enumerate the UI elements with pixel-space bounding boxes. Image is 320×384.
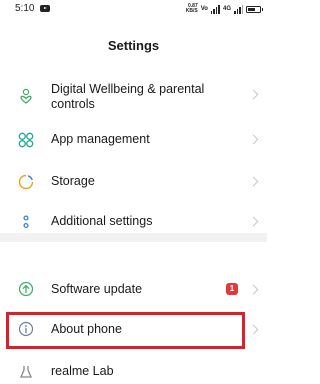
signal-icon (210, 4, 220, 14)
settings-item-label: Additional settings (51, 214, 153, 228)
chevron-right-icon (248, 89, 259, 100)
heart-person-icon (20, 88, 32, 104)
chevron-right-icon (248, 284, 259, 295)
chevron-right-icon (248, 134, 259, 145)
pie-chart-icon (18, 174, 34, 190)
settings-item-app-management[interactable]: App management (0, 128, 267, 152)
settings-item-label: Storage (51, 174, 95, 188)
settings-item-label: Software update (51, 282, 143, 296)
signal-icon-2 (234, 4, 243, 14)
network-speed: 0.87 KB/S (186, 4, 198, 14)
chevron-right-icon (248, 324, 259, 335)
dots-icon (23, 215, 29, 229)
network-speed-unit: KB/S (185, 8, 198, 14)
settings-item-label: Digital Wellbeing & parental controls (51, 82, 205, 111)
grid-icon (18, 132, 34, 148)
settings-item-software-update[interactable]: Software update 1 (0, 278, 267, 302)
settings-item-realme-lab[interactable]: realme Lab (0, 360, 267, 384)
highlight-annotation (6, 312, 245, 349)
status-bar: 5:10 0.87 KB/S Vo 4G (0, 0, 267, 20)
status-indicators: 0.87 KB/S Vo 4G (186, 3, 263, 15)
update-count-badge: 1 (226, 283, 238, 295)
settings-item-label: App management (51, 132, 150, 146)
section-divider (0, 233, 267, 242)
chevron-right-icon (248, 216, 259, 227)
settings-item-storage[interactable]: Storage (0, 170, 267, 194)
youtube-notification-icon (40, 5, 50, 12)
upload-arrow-icon (18, 281, 34, 297)
status-time: 5:10 (15, 3, 35, 14)
settings-item-digital-wellbeing[interactable]: Digital Wellbeing & parental controls (0, 80, 267, 114)
chevron-right-icon (248, 176, 259, 187)
lab-icon (20, 366, 32, 378)
page-title: Settings (107, 38, 160, 53)
battery-icon (246, 5, 263, 13)
network-type-icon: 4G (222, 6, 231, 12)
volte-badge: Vo (200, 6, 208, 12)
